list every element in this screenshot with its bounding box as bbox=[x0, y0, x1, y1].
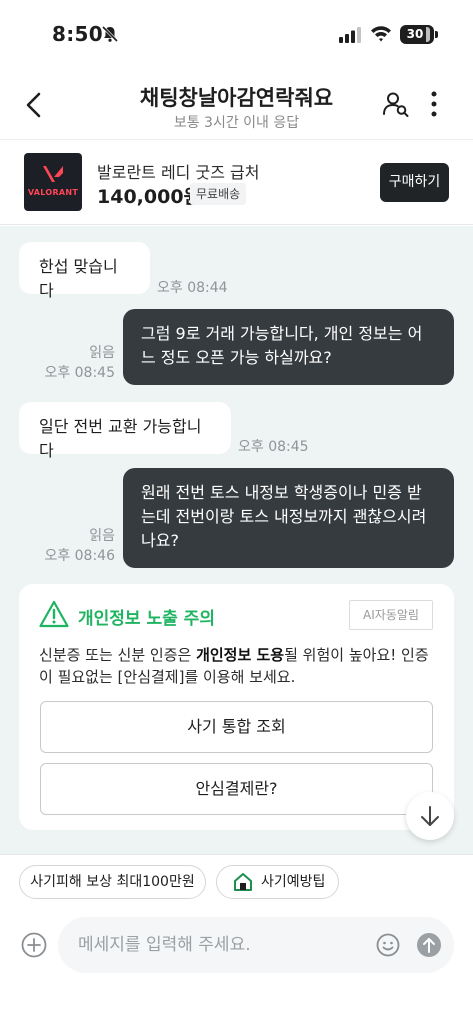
message-input-box[interactable] bbox=[58, 917, 454, 973]
quick-chips: 사기피해 보상 최대100만원 사기예방팁 bbox=[0, 854, 473, 906]
privacy-warning-card: 개인정보 노출 주의 AI자동알림 신분증 또는 신분 인증은 개인정보 도용될… bbox=[19, 584, 454, 830]
read-receipt: 읽음 bbox=[89, 528, 115, 544]
signal-icon bbox=[339, 27, 361, 43]
warning-title: 개인정보 노출 주의 bbox=[78, 609, 215, 629]
status-time: 8:50 bbox=[52, 22, 103, 46]
wifi-icon bbox=[371, 26, 391, 42]
scroll-down-button[interactable] bbox=[406, 792, 454, 840]
fraud-tips-chip[interactable]: 사기예방팁 bbox=[216, 865, 339, 899]
safe-payment-info-button[interactable]: 안심결제란? bbox=[40, 763, 433, 815]
free-shipping-badge: 무료배송 bbox=[190, 183, 247, 205]
incoming-message[interactable]: 한섭 맞습니다 bbox=[19, 242, 150, 300]
chat-header: 채팅창날아감연락줘요 보통 3시간 이내 응답 bbox=[0, 70, 473, 140]
send-button[interactable] bbox=[417, 933, 441, 957]
product-thumbnail[interactable]: VALORANT bbox=[24, 153, 82, 211]
arrow-up-icon bbox=[423, 938, 435, 953]
message-time: 오후 08:46 bbox=[44, 548, 115, 564]
emoji-icon[interactable] bbox=[376, 933, 400, 957]
chat-messages[interactable]: 한섭 맞습니다 오후 08:44 읽음 오후 08:45 그럼 9로 거래 가능… bbox=[0, 226, 473, 854]
message-time: 오후 08:45 bbox=[238, 439, 309, 455]
battery-level: 30 bbox=[406, 27, 424, 41]
house-icon bbox=[234, 873, 252, 891]
more-options-icon[interactable] bbox=[424, 90, 444, 118]
product-name[interactable]: 발로란트 레디 굿즈 급처 bbox=[97, 159, 259, 183]
bell-off-icon bbox=[101, 25, 119, 43]
buy-button[interactable]: 구매하기 bbox=[380, 163, 449, 202]
user-search-icon[interactable] bbox=[382, 90, 410, 118]
message-input[interactable] bbox=[78, 917, 368, 973]
product-thumbnail-brand: VALORANT bbox=[27, 188, 79, 197]
outgoing-message[interactable]: 원래 전번 토스 내정보 학생증이나 민증 받는데 전번이랑 토스 내정보까지 … bbox=[123, 468, 454, 568]
arrow-down-icon bbox=[421, 806, 439, 826]
product-price: 140,000원 bbox=[97, 186, 202, 208]
message-time: 오후 08:44 bbox=[157, 280, 228, 296]
outgoing-message[interactable]: 그럼 9로 거래 가능합니다, 개인 정보는 어느 정도 오픈 가능 하실까요? bbox=[123, 309, 454, 385]
battery-indicator: 30 bbox=[400, 25, 438, 44]
ai-alert-tag: AI자동알림 bbox=[349, 600, 433, 630]
warning-text: 신분증 또는 신분 인증은 개인정보 도용될 위험이 높아요! 인증이 필요없는… bbox=[39, 644, 439, 688]
warning-text-part: 신분증 또는 신분 인증은 bbox=[39, 646, 197, 664]
status-bar: 8:50 30 bbox=[0, 0, 473, 70]
warning-triangle-icon bbox=[39, 600, 69, 628]
incoming-message[interactable]: 일단 전번 교환 가능합니다 bbox=[19, 402, 231, 460]
fraud-lookup-button[interactable]: 사기 통합 조회 bbox=[40, 701, 433, 753]
fraud-tips-label: 사기예방팁 bbox=[261, 874, 326, 890]
add-attachment-icon[interactable] bbox=[21, 932, 47, 958]
read-receipt: 읽음 bbox=[89, 345, 115, 361]
warning-text-emphasis: 개인정보 도용 bbox=[196, 646, 285, 664]
message-time: 오후 08:45 bbox=[44, 365, 115, 381]
product-bar: VALORANT 발로란트 레디 굿즈 급처 140,000원 무료배송 구매하… bbox=[0, 141, 473, 225]
message-composer bbox=[0, 906, 473, 1024]
valorant-logo-icon bbox=[43, 166, 63, 182]
compensation-chip[interactable]: 사기피해 보상 최대100만원 bbox=[19, 865, 206, 899]
